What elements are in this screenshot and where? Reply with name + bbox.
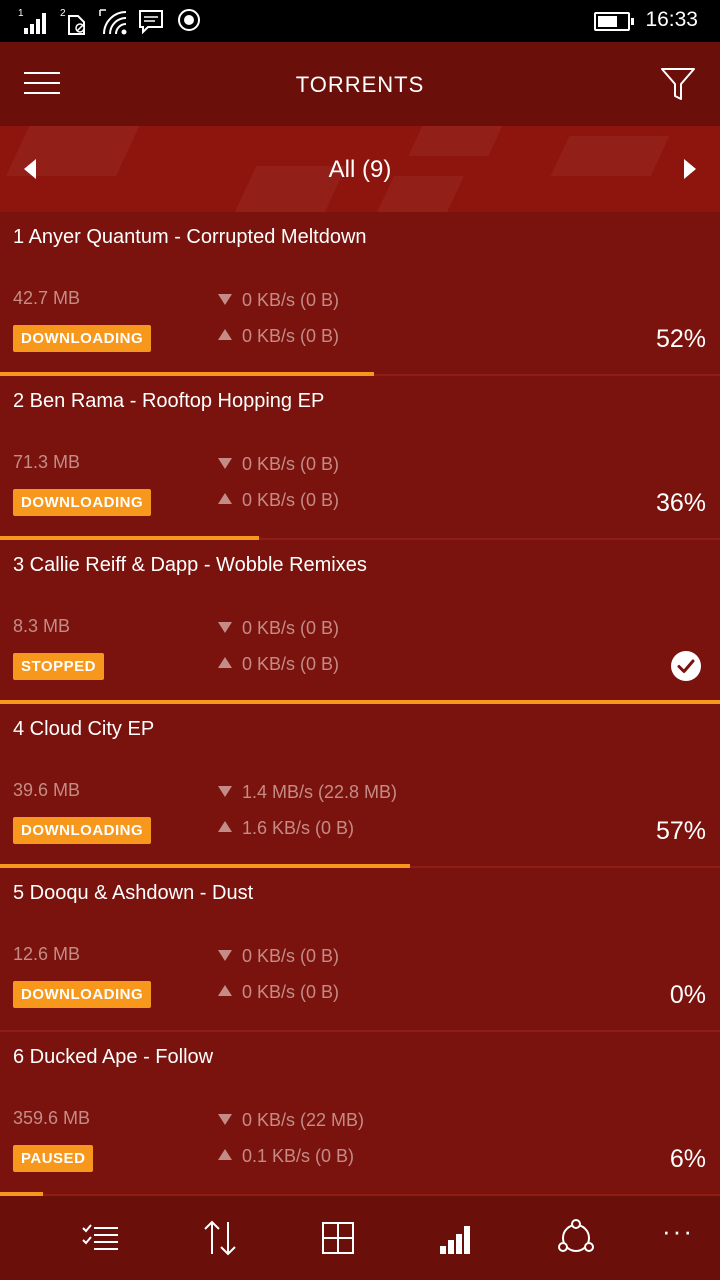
- message-icon: [139, 10, 163, 35]
- progress-percent: 52%: [655, 325, 706, 353]
- svg-text:2: 2: [60, 8, 66, 19]
- upload-speed: 0 KB/s (0 B): [218, 326, 339, 347]
- download-arrow-icon: [218, 622, 232, 633]
- download-arrow-icon: [218, 458, 232, 469]
- signal-bars-icon[interactable]: [438, 1218, 478, 1258]
- more-icon[interactable]: ···: [662, 1216, 702, 1256]
- upload-speed: 0 KB/s (0 B): [218, 982, 339, 1003]
- download-speed: 0 KB/s (0 B): [218, 946, 339, 967]
- progress-percent: 6%: [669, 1145, 706, 1173]
- torrent-name: 1 Anyer Quantum - Corrupted Meltdown: [13, 226, 367, 248]
- sim2-icon: 2: [60, 8, 85, 35]
- upload-speed: 0 KB/s (0 B): [218, 654, 339, 675]
- chevron-right-icon[interactable]: [684, 159, 696, 179]
- torrent-size: 12.6 MB: [13, 944, 81, 964]
- filter-pivot: All (9): [0, 126, 720, 212]
- progress-percent: 0%: [669, 981, 706, 1009]
- status-badge: DOWNLOADING: [13, 981, 152, 1008]
- torrent-name: 4 Cloud City EP: [13, 718, 155, 740]
- upload-speed: 0.1 KB/s (0 B): [218, 1146, 354, 1167]
- battery-icon: [594, 12, 634, 31]
- status-badge: PAUSED: [13, 1145, 94, 1172]
- status-bar: 1 2 16:33: [0, 0, 720, 42]
- app-header: TORRENTS: [0, 42, 720, 126]
- download-speed: 0 KB/s (22 MB): [218, 1110, 364, 1131]
- torrent-name: 5 Dooqu & Ashdown - Dust: [13, 882, 254, 904]
- app-bar: ···: [0, 1196, 720, 1280]
- download-speed: 1.4 MB/s (22.8 MB): [218, 782, 397, 803]
- check-circle-icon: [671, 651, 701, 681]
- progress-percent: 36%: [655, 489, 706, 517]
- upload-arrow-icon: [218, 493, 232, 504]
- upload-speed: 1.6 KB/s (0 B): [218, 818, 354, 839]
- download-arrow-icon: [218, 294, 232, 305]
- torrent-name: 2 Ben Rama - Rooftop Hopping EP: [13, 390, 325, 412]
- status-badge: DOWNLOADING: [13, 325, 152, 352]
- upload-arrow-icon: [218, 1149, 232, 1160]
- checklist-icon[interactable]: [80, 1218, 120, 1258]
- torrent-size: 359.6 MB: [13, 1108, 91, 1128]
- torrent-row[interactable]: 5 Dooqu & Ashdown - Dust 12.6 MB 0 KB/s …: [0, 868, 720, 1032]
- share-icon[interactable]: [556, 1218, 596, 1258]
- record-icon: [178, 9, 200, 31]
- torrent-row[interactable]: 6 Ducked Ape - Follow 359.6 MB 0 KB/s (2…: [0, 1032, 720, 1196]
- download-arrow-icon: [218, 786, 232, 797]
- torrent-name: 6 Ducked Ape - Follow: [13, 1046, 214, 1068]
- upload-arrow-icon: [218, 329, 232, 340]
- svg-text:1: 1: [18, 8, 24, 19]
- grid-icon[interactable]: [318, 1218, 358, 1258]
- upload-arrow-icon: [218, 985, 232, 996]
- download-speed: 0 KB/s (0 B): [218, 454, 339, 475]
- progress-percent: 57%: [655, 817, 706, 845]
- pivot-label[interactable]: All (9): [0, 156, 720, 184]
- torrent-size: 42.7 MB: [13, 288, 81, 308]
- torrent-size: 39.6 MB: [13, 780, 81, 800]
- status-badge: STOPPED: [13, 653, 104, 680]
- download-speed: 0 KB/s (0 B): [218, 618, 339, 639]
- wifi-icon: [99, 9, 127, 35]
- status-badge: DOWNLOADING: [13, 489, 152, 516]
- download-speed: 0 KB/s (0 B): [218, 290, 339, 311]
- upload-arrow-icon: [218, 821, 232, 832]
- page-title: TORRENTS: [295, 72, 425, 97]
- signal-icon: 1: [18, 8, 46, 34]
- status-badge: DOWNLOADING: [13, 817, 152, 844]
- torrent-name: 3 Callie Reiff & Dapp - Wobble Remixes: [13, 554, 367, 576]
- download-arrow-icon: [218, 1114, 232, 1125]
- filter-icon[interactable]: [660, 66, 696, 102]
- upload-speed: 0 KB/s (0 B): [218, 490, 339, 511]
- torrent-row[interactable]: 2 Ben Rama - Rooftop Hopping EP 71.3 MB …: [0, 376, 720, 540]
- torrent-size: 71.3 MB: [13, 452, 81, 472]
- torrent-size: 8.3 MB: [13, 616, 71, 636]
- torrent-row[interactable]: 1 Anyer Quantum - Corrupted Meltdown 42.…: [0, 212, 720, 376]
- clock: 16:33: [645, 8, 698, 31]
- sort-icon[interactable]: [200, 1218, 240, 1258]
- download-arrow-icon: [218, 950, 232, 961]
- torrent-list: 1 Anyer Quantum - Corrupted Meltdown 42.…: [0, 212, 720, 1196]
- upload-arrow-icon: [218, 657, 232, 668]
- torrent-row[interactable]: 3 Callie Reiff & Dapp - Wobble Remixes 8…: [0, 540, 720, 704]
- torrent-row[interactable]: 4 Cloud City EP 39.6 MB 1.4 MB/s (22.8 M…: [0, 704, 720, 868]
